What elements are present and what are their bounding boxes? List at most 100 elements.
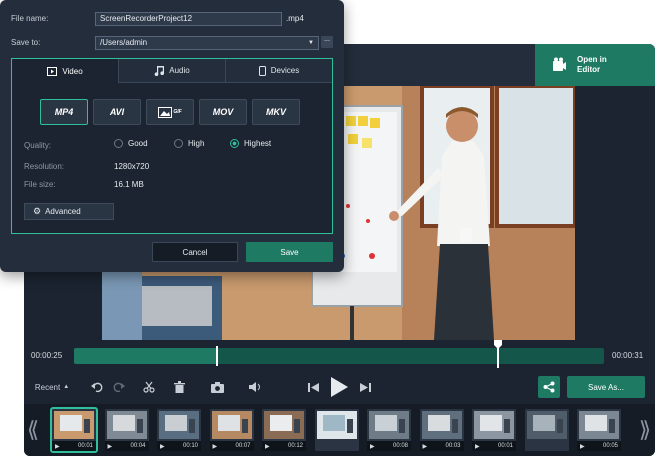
save-button[interactable]: Save <box>246 242 333 262</box>
snapshot-button[interactable] <box>208 378 226 396</box>
thumbnail-play-icon: ▶ <box>160 443 165 450</box>
scissors-icon <box>143 381 155 393</box>
gif-image-icon <box>158 106 173 118</box>
delete-button[interactable] <box>170 378 188 396</box>
filmstrip-thumbnail[interactable]: ▶ 00:05 <box>577 409 621 451</box>
thumbnail-play-icon: ▶ <box>265 443 270 450</box>
thumbnail-image <box>211 411 252 439</box>
file-name-input[interactable]: ScreenRecorderProject12 <box>95 12 282 26</box>
music-icon <box>154 65 165 76</box>
export-settings-panel: Video Audio Devices MP4 AVI GIF MOV MKV … <box>11 58 333 234</box>
quality-good[interactable]: Good <box>114 139 148 148</box>
thumbnail-image <box>526 411 567 439</box>
thumbnail-image <box>316 411 357 439</box>
phone-icon <box>258 65 266 76</box>
cancel-button[interactable]: Cancel <box>152 242 238 262</box>
filmstrip-next-button[interactable]: ⟫ <box>638 410 652 450</box>
camera-icon <box>210 381 224 393</box>
format-mkv[interactable]: MKV <box>252 99 300 125</box>
thumbnail-meta: ▶ 00:07 <box>209 441 254 451</box>
format-mp4[interactable]: MP4 <box>40 99 88 125</box>
speaker-icon <box>248 382 260 392</box>
filmstrip-thumbnail[interactable] <box>314 409 359 451</box>
format-mov[interactable]: MOV <box>199 99 247 125</box>
filmstrip-thumbnail[interactable]: ▶ 00:01 <box>50 407 98 453</box>
filmstrip-thumbnail[interactable]: ▶ 00:10 <box>157 409 201 451</box>
tab-devices[interactable]: Devices <box>225 59 332 83</box>
redo-icon <box>113 382 125 393</box>
thumbnail-play-icon: ▶ <box>475 443 480 450</box>
thumbnail-image <box>579 411 619 439</box>
save-dialog: File name: ScreenRecorderProject12 .mp4 … <box>0 0 344 272</box>
caret-up-icon: ▲ <box>63 384 70 390</box>
thumbnail-play-icon: ▶ <box>422 443 428 450</box>
thumbnail-duration: 00:04 <box>130 443 146 449</box>
recent-dropdown[interactable]: Recent ▲ <box>32 378 72 396</box>
filmstrip-thumbnail[interactable]: ▶ 00:07 <box>209 409 254 451</box>
thumbnail-meta: ▶ 00:10 <box>157 441 201 451</box>
save-as-button[interactable]: Save As... <box>567 376 645 398</box>
share-button[interactable] <box>538 376 560 398</box>
resolution-value: 1280x720 <box>114 162 150 171</box>
share-icon <box>543 381 555 393</box>
format-gif[interactable]: GIF <box>146 99 194 125</box>
tab-devices-label: Devices <box>270 66 300 75</box>
cut-button[interactable] <box>140 378 158 396</box>
playhead-handle[interactable] <box>494 340 502 368</box>
format-avi[interactable]: AVI <box>93 99 141 125</box>
filmstrip-thumbnail[interactable]: ▶ 00:04 <box>104 409 149 451</box>
file-extension: .mp4 <box>286 14 304 23</box>
volume-button[interactable] <box>246 378 264 396</box>
filmstrip-thumbnail[interactable]: ▶ 00:03 <box>419 409 464 451</box>
quality-high-label: High <box>188 139 205 148</box>
radio-good <box>114 139 123 148</box>
open-in-editor-button[interactable]: Open in Editor <box>535 44 655 86</box>
filmstrip-prev-button[interactable]: ⟪ <box>26 410 40 450</box>
save-to-select[interactable]: /Users/admin ▼ <box>95 36 319 50</box>
advanced-button[interactable]: ⚙ Advanced <box>24 203 114 220</box>
thumbnail-meta: ▶ 00:12 <box>262 441 306 451</box>
current-time: 00:00:25 <box>31 351 63 360</box>
thumbnail-duration: 00:07 <box>235 443 251 449</box>
thumbnail-meta: ▶ 00:03 <box>419 441 464 451</box>
selection-start-marker[interactable] <box>216 346 219 366</box>
save-to-label: Save to: <box>11 38 41 47</box>
file-name-label: File name: <box>11 14 49 23</box>
thumbnail-duration: 00:12 <box>287 443 303 449</box>
undo-button[interactable] <box>88 378 106 396</box>
redo-button[interactable] <box>110 378 128 396</box>
timeline-track[interactable] <box>74 340 604 368</box>
skip-forward-button[interactable] <box>356 378 374 396</box>
skip-back-icon <box>307 382 319 392</box>
skip-forward-icon <box>359 382 371 392</box>
advanced-label: Advanced <box>45 207 81 216</box>
thumbnail-play-icon: ▶ <box>55 443 60 450</box>
skip-back-button[interactable] <box>304 378 322 396</box>
filmstrip-thumbnail[interactable]: ▶ 00:12 <box>262 409 306 451</box>
thumbnail-image <box>421 411 462 439</box>
save-to-value: /Users/admin <box>100 38 148 47</box>
film-edit-icon <box>553 57 566 71</box>
tab-audio[interactable]: Audio <box>118 59 225 83</box>
thumbnail-image <box>106 411 147 439</box>
gear-icon: ⚙ <box>33 206 42 216</box>
filmstrip-thumbnail[interactable]: ▶ 00:01 <box>472 409 516 451</box>
quality-good-label: Good <box>128 139 148 148</box>
play-button[interactable] <box>328 375 350 399</box>
thumbnail-meta: ▶ 00:01 <box>472 441 516 451</box>
filmstrip-thumbnail[interactable]: ▶ 00:08 <box>367 409 411 451</box>
thumbnail-duration: 00:08 <box>392 443 408 449</box>
play-icon <box>331 377 348 397</box>
thumbnail-image <box>159 411 199 439</box>
tab-video[interactable]: Video <box>12 59 118 83</box>
undo-icon <box>91 382 103 393</box>
thumbnail-meta: ▶ 00:04 <box>104 441 149 451</box>
thumbnail-play-icon: ▶ <box>107 443 113 450</box>
tab-audio-label: Audio <box>169 66 190 75</box>
export-tabs: Video Audio Devices <box>12 59 332 83</box>
quality-highest[interactable]: Highest <box>230 139 271 148</box>
quality-high[interactable]: High <box>174 139 204 148</box>
browse-button[interactable]: ... <box>321 36 333 48</box>
radio-highest <box>230 139 239 148</box>
filmstrip-thumbnail[interactable] <box>524 409 569 451</box>
